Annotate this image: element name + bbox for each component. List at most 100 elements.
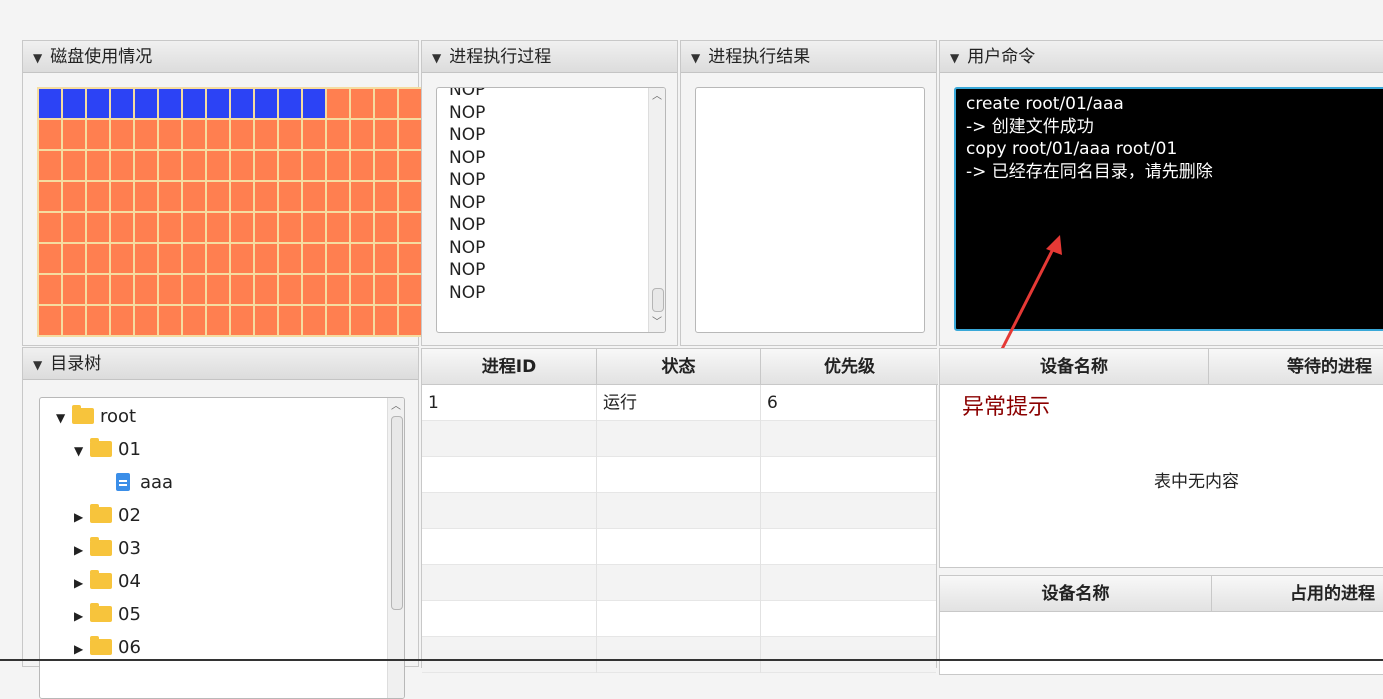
tree-node-02[interactable]: ▶ 02 xyxy=(74,499,141,532)
disk-block-used xyxy=(303,89,325,118)
table-row[interactable]: 1 运行 6 xyxy=(422,385,936,421)
collapsed-triangle-icon[interactable]: ▶ xyxy=(74,600,90,633)
tree-node-aaa[interactable]: aaa xyxy=(116,466,173,499)
disk-block-free xyxy=(375,151,397,180)
expand-triangle-icon[interactable]: ▼ xyxy=(74,435,90,468)
tree-scrollbar[interactable]: ︿ xyxy=(387,398,404,698)
tree-node-root[interactable]: ▼ root xyxy=(56,400,136,433)
collapse-triangle-icon[interactable]: ▼ xyxy=(33,358,42,372)
disk-block-free xyxy=(63,182,85,211)
disk-block-free xyxy=(39,213,61,242)
disk-block-free xyxy=(63,213,85,242)
collapse-triangle-icon[interactable]: ▼ xyxy=(33,51,42,65)
table-row[interactable] xyxy=(422,529,936,565)
column-header-device-name[interactable]: 设备名称 xyxy=(940,576,1212,612)
process-log-item[interactable]: NOP xyxy=(437,259,649,282)
folder-icon xyxy=(90,570,112,589)
expand-triangle-icon[interactable]: ▼ xyxy=(56,402,72,435)
column-header-device-name[interactable]: 设备名称 xyxy=(940,349,1209,385)
disk-block-free xyxy=(39,244,61,273)
table-row[interactable] xyxy=(422,457,936,493)
disk-block-free xyxy=(159,151,181,180)
disk-block-free xyxy=(327,120,349,149)
directory-tree-panel: ▼ 目录树 ▼ root ▼ 01 aaa ▶ 02 ▶ 03 ▶ 04 ▶ 05 xyxy=(22,347,419,699)
process-log-item[interactable]: NOP xyxy=(437,237,649,260)
disk-block-free xyxy=(231,213,253,242)
empty-cell xyxy=(597,529,761,565)
user-command-header[interactable]: ▼ 用户命令 xyxy=(940,41,1383,73)
disk-block-free xyxy=(63,275,85,304)
disk-block-free xyxy=(135,275,157,304)
disk-block-free xyxy=(399,306,421,335)
empty-cell xyxy=(597,565,761,601)
process-log-item[interactable]: NOP xyxy=(437,147,649,170)
process-log-item[interactable]: NOP xyxy=(437,192,649,215)
directory-tree-view[interactable]: ▼ root ▼ 01 aaa ▶ 02 ▶ 03 ▶ 04 ▶ 05 ▶ 06 xyxy=(39,397,405,699)
table-row[interactable] xyxy=(422,637,936,673)
tree-node-03[interactable]: ▶ 03 xyxy=(74,532,141,565)
process-result-list[interactable] xyxy=(695,87,925,333)
scroll-down-icon[interactable]: ﹀ xyxy=(649,316,665,330)
annotation-arrow xyxy=(996,235,1062,358)
collapsed-triangle-icon[interactable]: ▶ xyxy=(74,567,90,600)
collapsed-triangle-icon[interactable]: ▶ xyxy=(74,633,90,666)
disk-block-free xyxy=(351,213,373,242)
disk-block-free xyxy=(351,182,373,211)
process-log-item[interactable]: NOP xyxy=(437,102,649,125)
tree-node-01[interactable]: ▼ 01 xyxy=(74,433,141,466)
disk-block-free xyxy=(231,244,253,273)
scroll-up-icon[interactable]: ︿ xyxy=(649,90,665,104)
process-log-list[interactable]: NOP NOP NOP NOP NOP NOP NOP NOP NOP NOP ︿ ﹀ xyxy=(436,87,666,333)
process-log-scrollbar[interactable]: ︿ ﹀ xyxy=(648,88,665,332)
process-log-item[interactable]: NOP xyxy=(437,88,649,102)
disk-block-free xyxy=(231,182,253,211)
empty-cell xyxy=(597,601,761,637)
table-row[interactable] xyxy=(422,421,936,457)
collapsed-triangle-icon[interactable]: ▶ xyxy=(74,534,90,567)
tree-node-05[interactable]: ▶ 05 xyxy=(74,598,141,631)
process-result-header[interactable]: ▼ 进程执行结果 xyxy=(681,41,936,73)
tree-node-label: 03 xyxy=(118,538,141,559)
disk-block-free xyxy=(87,120,109,149)
disk-block-free xyxy=(255,120,277,149)
scroll-thumb[interactable] xyxy=(652,288,664,312)
disk-block-free xyxy=(255,151,277,180)
disk-block-free xyxy=(327,151,349,180)
empty-table-placeholder: 表中无内容 xyxy=(1154,472,1239,492)
process-execution-header[interactable]: ▼ 进程执行过程 xyxy=(422,41,677,73)
disk-block-free xyxy=(183,182,205,211)
collapsed-triangle-icon[interactable]: ▶ xyxy=(74,501,90,534)
process-log-item[interactable]: NOP xyxy=(437,124,649,147)
table-row[interactable] xyxy=(422,493,936,529)
scroll-up-icon[interactable]: ︿ xyxy=(388,400,404,414)
folder-icon xyxy=(72,405,94,424)
disk-usage-header[interactable]: ▼ 磁盘使用情况 xyxy=(23,41,418,73)
empty-cell xyxy=(422,565,597,601)
disk-block-free xyxy=(63,244,85,273)
collapse-triangle-icon[interactable]: ▼ xyxy=(432,51,441,65)
collapse-triangle-icon[interactable]: ▼ xyxy=(950,51,959,65)
column-header-occupying-process[interactable]: 占用的进程 xyxy=(1212,576,1383,612)
empty-cell xyxy=(422,529,597,565)
table-row[interactable] xyxy=(422,601,936,637)
scroll-thumb[interactable] xyxy=(391,416,403,610)
disk-block-free xyxy=(207,151,229,180)
process-log-item[interactable]: NOP xyxy=(437,282,649,305)
disk-block-free xyxy=(183,306,205,335)
column-header-waiting-process[interactable]: 等待的进程 xyxy=(1209,349,1383,385)
directory-tree-header[interactable]: ▼ 目录树 xyxy=(23,348,418,380)
tree-node-04[interactable]: ▶ 04 xyxy=(74,565,141,598)
disk-block-free xyxy=(111,213,133,242)
empty-cell xyxy=(597,637,761,673)
disk-block-grid xyxy=(37,87,423,337)
disk-block-used xyxy=(231,89,253,118)
disk-block-free xyxy=(303,213,325,242)
column-header-priority[interactable]: 优先级 xyxy=(761,349,938,385)
table-row[interactable] xyxy=(422,565,936,601)
process-log-item[interactable]: NOP xyxy=(437,214,649,237)
disk-block-free xyxy=(87,182,109,211)
column-header-process-id[interactable]: 进程ID xyxy=(422,349,597,385)
process-log-item[interactable]: NOP xyxy=(437,169,649,192)
collapse-triangle-icon[interactable]: ▼ xyxy=(691,51,700,65)
column-header-status[interactable]: 状态 xyxy=(597,349,761,385)
